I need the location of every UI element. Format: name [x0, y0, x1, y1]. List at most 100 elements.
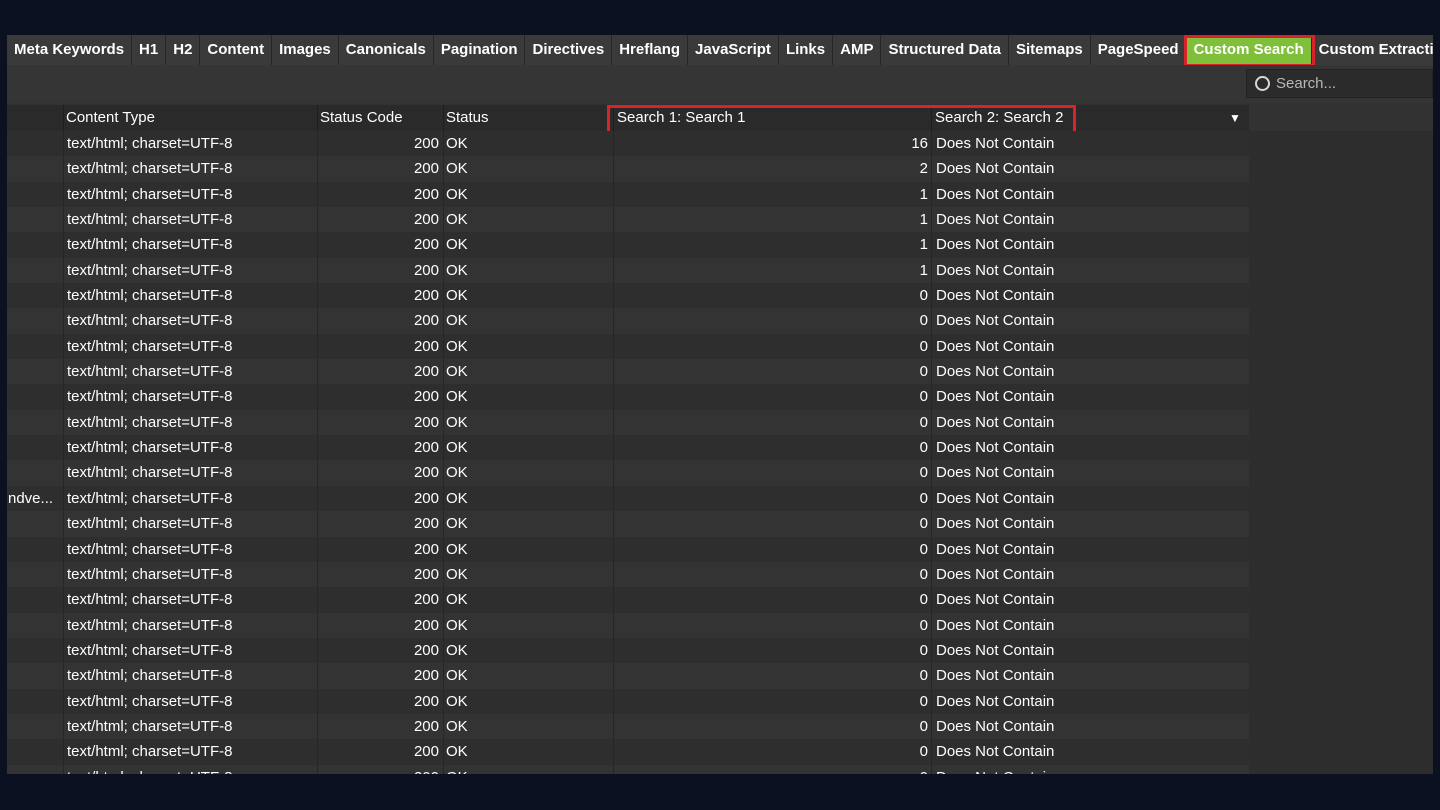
- table-row[interactable]: text/html; charset=UTF-8 200 OK 1 Does Not C…: [7, 232, 1249, 258]
- cell-address: [7, 562, 63, 587]
- tab-sitemaps[interactable]: Sitemaps: [1009, 35, 1091, 65]
- table-row[interactable]: text/html; charset=UTF-8200OK0Does Not C…: [7, 764, 1249, 774]
- cell-search-2: Does Not Contain: [936, 135, 1055, 152]
- table-row[interactable]: text/html; charset=UTF-8 200 OK 1 Does Not C…: [7, 257, 1249, 284]
- cell-status-code: 200: [413, 515, 439, 533]
- cell-search-1: 0: [919, 591, 928, 609]
- cell-address: [7, 511, 63, 536]
- cell-status: OK: [446, 261, 468, 279]
- tab-amp[interactable]: AMP: [833, 35, 882, 65]
- cell-status-code: 200: [413, 287, 439, 305]
- table-row[interactable]: text/html; charset=UTF-8 200 OK 16 Does Not …: [7, 131, 1249, 157]
- table-row[interactable]: ndve... text/html; charset=UTF-8 200 OK 0 Doe…: [7, 485, 1249, 512]
- cell-search-1: 1: [919, 261, 928, 279]
- cell-search-2: Does Not Contain: [936, 211, 1055, 229]
- column-menu-arrow-icon[interactable]: ▼: [1229, 105, 1241, 131]
- table-row[interactable]: text/html; charset=UTF-8200OK0Does Not C…: [7, 536, 1249, 562]
- tab-meta-keywords[interactable]: Meta Keywords: [7, 35, 133, 65]
- column-header-search-2[interactable]: Search 2: Search 2: [932, 105, 1222, 131]
- toolbar: [7, 65, 1433, 103]
- cell-status-code: 200: [413, 312, 439, 330]
- tab-links[interactable]: Links: [779, 35, 834, 65]
- tab-images[interactable]: Images: [272, 35, 339, 65]
- tab-h1[interactable]: H1: [132, 35, 167, 65]
- cell-search-2: Does Not Contain: [936, 236, 1055, 254]
- cell-search-1: 0: [919, 540, 928, 558]
- table-row[interactable]: text/html; charset=UTF-8 200 OK 1 Does Not C…: [7, 181, 1249, 208]
- cell-search-2: Does Not Contain: [936, 743, 1055, 761]
- column-header-status-code[interactable]: Status Code: [317, 105, 443, 131]
- cell-status: OK: [446, 337, 468, 355]
- column-header-content-type[interactable]: Content Type: [63, 105, 317, 131]
- cell-content-type: text/html; charset=UTF-8: [67, 540, 233, 558]
- tab-directives[interactable]: Directives: [525, 35, 613, 65]
- search-box[interactable]: [1246, 69, 1433, 98]
- cell-status: OK: [446, 743, 468, 761]
- table-row[interactable]: text/html; charset=UTF-8200OK0Does Not C…: [7, 409, 1249, 436]
- tab-bar: Meta Keywords H1 H2 Content Images Canonicals…: [7, 35, 1433, 66]
- table-row[interactable]: text/html; charset=UTF-8200OK0Does Not C…: [7, 612, 1249, 638]
- cell-status: OK: [446, 765, 606, 774]
- table-header: Content Type Status Code Status Search 1…: [7, 105, 1249, 135]
- cell-content-type: text/html; charset=UTF-8: [67, 565, 233, 583]
- table-row[interactable]: text/html; charset=UTF-8200OK0Does Not C…: [7, 713, 1249, 740]
- table-row[interactable]: text/html; charset=UTF-8200OK0Does Not C…: [7, 511, 1249, 537]
- tab-hreflang[interactable]: Hreflang: [612, 35, 689, 65]
- cell-status: OK: [446, 439, 468, 457]
- tab-custom-search[interactable]: Custom Search: [1186, 35, 1312, 65]
- cell-search-1: 0: [919, 717, 928, 735]
- table-row[interactable]: text/html; charset=UTF-8 200 OK 1 Does Not C…: [7, 207, 1249, 233]
- tab-pagination[interactable]: Pagination: [434, 35, 526, 65]
- tab-pagespeed[interactable]: PageSpeed: [1091, 35, 1187, 65]
- cell-status-code: 200: [413, 261, 439, 279]
- tab-canonicals[interactable]: Canonicals: [339, 35, 434, 65]
- tab-custom-extraction[interactable]: Custom Extraction: [1312, 35, 1433, 65]
- cell-status-code: 200: [413, 667, 439, 685]
- cell-status: OK: [446, 388, 468, 406]
- cell-search-2: Does Not Contain: [936, 160, 1055, 178]
- table-row[interactable]: text/html; charset=UTF-8200OK0Does Not C…: [7, 333, 1249, 360]
- cell-search-1: 0: [919, 743, 928, 761]
- cell-content-type: text/html; charset=UTF-8: [67, 464, 233, 482]
- cell-content-type: text/html; charset=UTF-8: [67, 287, 233, 305]
- cell-status: OK: [446, 565, 468, 583]
- tab-h2[interactable]: H2: [166, 35, 201, 65]
- cell-status: OK: [446, 515, 468, 533]
- table-row[interactable]: text/html; charset=UTF-8200OK0Does Not C…: [7, 283, 1249, 309]
- table-row[interactable]: text/html; charset=UTF-8 200 OK 2 Does Not C…: [7, 156, 1249, 182]
- table-row[interactable]: text/html; charset=UTF-8200OK0Does Not C…: [7, 460, 1249, 486]
- table-row[interactable]: text/html; charset=UTF-8200OK0Does Not C…: [7, 308, 1249, 334]
- cell-address: [7, 283, 63, 308]
- table-row[interactable]: text/html; charset=UTF-8200OK0Does Not C…: [7, 688, 1249, 714]
- cell-search-2: Does Not Contain: [936, 692, 1055, 710]
- tab-javascript[interactable]: JavaScript: [688, 35, 779, 65]
- cell-content-type: text/html; charset=UTF-8: [67, 591, 233, 609]
- cell-status-code: 200: [413, 591, 439, 609]
- cell-status-code: 200: [413, 540, 439, 558]
- cell-status: OK: [446, 185, 468, 203]
- cell-content-type: text/html; charset=UTF-8: [67, 439, 233, 457]
- tab-structured-data[interactable]: Structured Data: [881, 35, 1009, 65]
- table-row[interactable]: text/html; charset=UTF-8200OK0Does Not C…: [7, 561, 1249, 588]
- column-header-search-1[interactable]: Search 1: Search 1: [614, 105, 924, 131]
- tab-content[interactable]: Content: [200, 35, 273, 65]
- table-row[interactable]: text/html; charset=UTF-8200OK0Does Not C…: [7, 359, 1249, 385]
- table-row[interactable]: text/html; charset=UTF-8200OK0Does Not C…: [7, 663, 1249, 689]
- cell-search-2: Does Not Contain: [936, 261, 1055, 279]
- table-row[interactable]: text/html; charset=UTF-8200OK0Does Not C…: [7, 435, 1249, 461]
- cell-search-2: Does Not Contain: [936, 616, 1055, 634]
- cell-address: [7, 435, 63, 460]
- cell-status-code: 200: [413, 160, 439, 178]
- table-row[interactable]: text/html; charset=UTF-8200OK0Does Not C…: [7, 637, 1249, 664]
- column-header-status[interactable]: Status: [443, 105, 613, 131]
- table-row[interactable]: text/html; charset=UTF-8200OK0Does Not C…: [7, 739, 1249, 765]
- table-row[interactable]: text/html; charset=UTF-8200OK0Does Not C…: [7, 587, 1249, 613]
- cell-address: [7, 232, 63, 257]
- search-input[interactable]: [1276, 75, 1426, 92]
- cell-status-code: 200: [413, 743, 439, 761]
- cell-content-type: text/html; charset=UTF-8: [67, 312, 233, 330]
- cell-search-1: 0: [919, 388, 928, 406]
- table-row[interactable]: text/html; charset=UTF-8200OK0Does Not C…: [7, 384, 1249, 410]
- custom-search-window: Meta Keywords H1 H2 Content Images Canonicals…: [7, 35, 1433, 774]
- cell-search-2: Does Not Contain: [936, 363, 1055, 381]
